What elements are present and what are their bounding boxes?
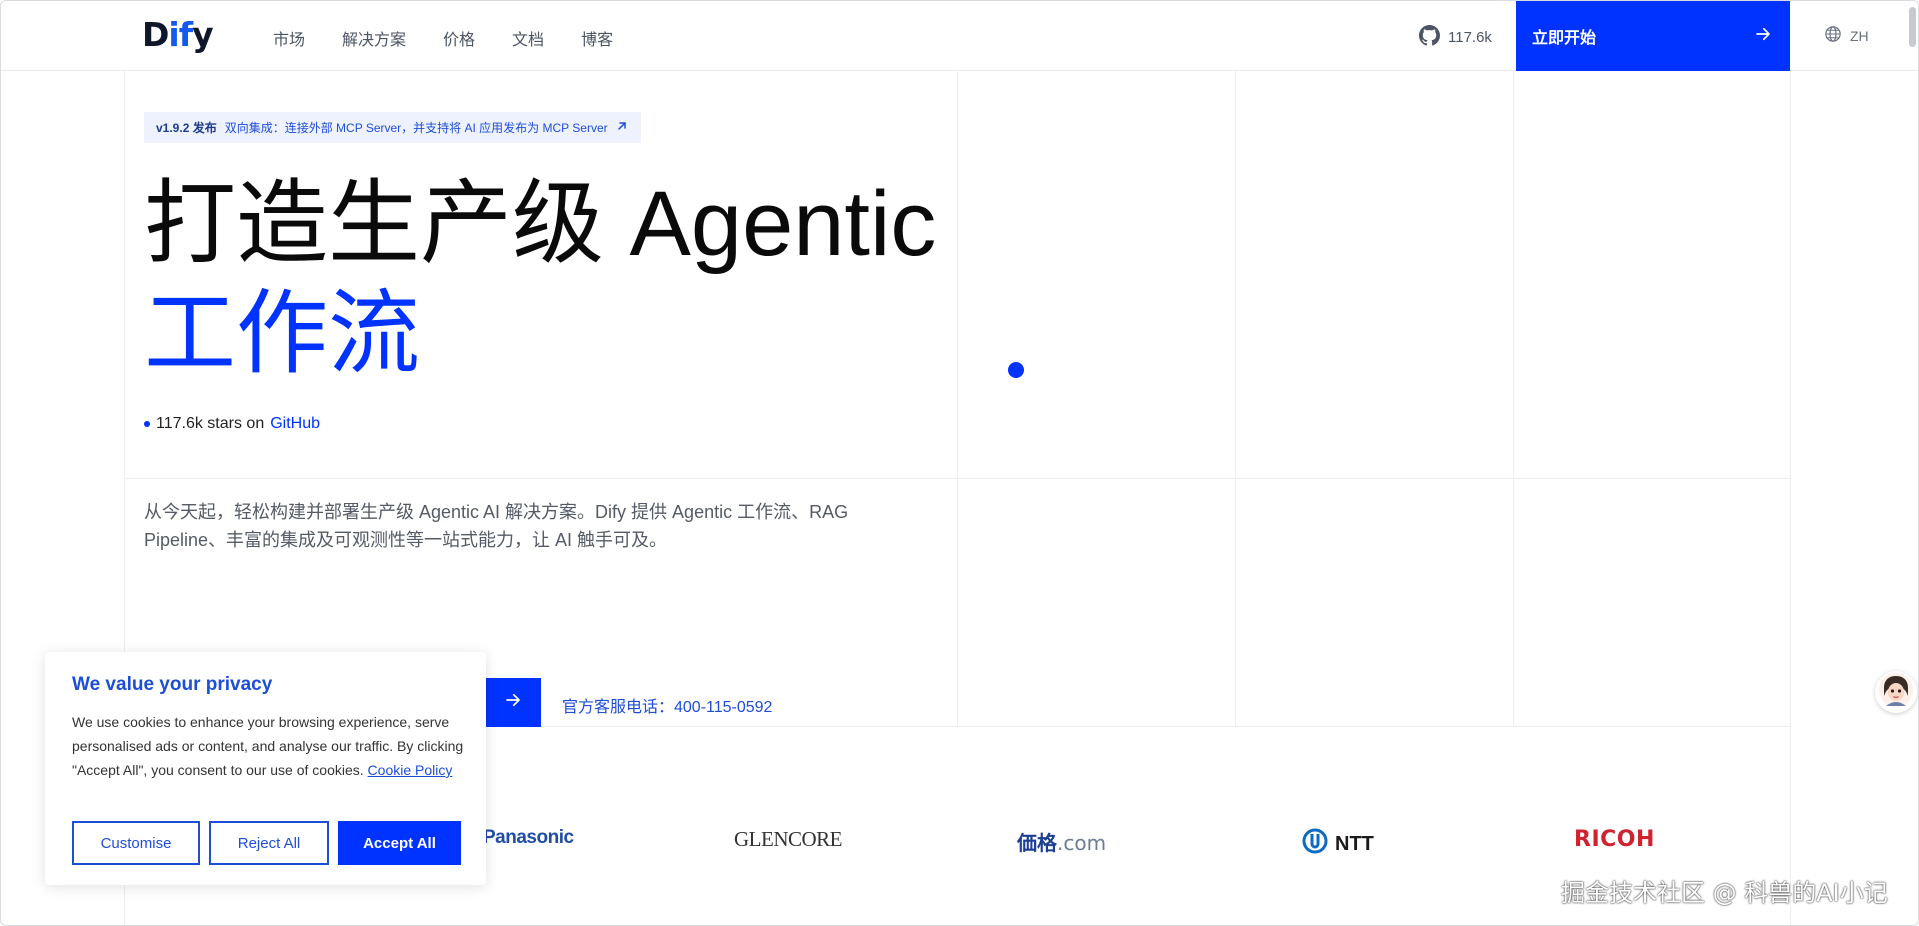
support-phone[interactable]: 官方客服电话：400-115-0592 xyxy=(562,693,772,717)
page-viewport: Dify 市场 解决方案 价格 文档 博客 117.6k 立即开始 ZH v1.… xyxy=(0,0,1919,926)
get-started-label: 立即开始 xyxy=(1532,30,1597,47)
customise-button[interactable]: Customise xyxy=(72,821,200,865)
github-count: 117.6k xyxy=(1448,29,1492,46)
kakaku-logo: 価格.com xyxy=(1017,827,1106,856)
kakaku-logo-com: .com xyxy=(1057,831,1107,855)
vertical-scrollbar[interactable] xyxy=(1909,7,1916,47)
panasonic-logo: Panasonic xyxy=(483,827,574,848)
nav-item-blog[interactable]: 博客 xyxy=(581,26,613,50)
github-stars-note: 117.6k stars on GitHub xyxy=(144,415,320,433)
ntt-mark-icon xyxy=(1301,827,1329,861)
main-nav: 市场 解决方案 价格 文档 博客 xyxy=(273,26,650,50)
globe-icon xyxy=(1824,25,1842,46)
cookie-policy-link[interactable]: Cookie Policy xyxy=(368,762,453,778)
github-stars-link[interactable]: 117.6k xyxy=(1419,25,1492,50)
logo-part-2: if xyxy=(168,15,193,54)
reject-all-button[interactable]: Reject All xyxy=(209,821,329,865)
release-text: 双向集成：连接外部 MCP Server，并支持将 AI 应用发布为 MCP S… xyxy=(224,121,608,135)
grid-line xyxy=(124,478,1790,479)
decorative-dot xyxy=(1008,362,1024,378)
ntt-logo-text: NTT xyxy=(1335,832,1374,855)
hero-title: 打造生产级 Agentic 工作流 xyxy=(144,169,936,389)
top-navigation-bar: Dify 市场 解决方案 价格 文档 博客 117.6k 立即开始 ZH xyxy=(1,1,1918,71)
external-link-icon xyxy=(616,120,628,135)
grid-line xyxy=(1790,71,1791,925)
nav-item-pricing[interactable]: 价格 xyxy=(443,26,475,50)
hero-title-line-2: 工作流 xyxy=(144,283,421,385)
release-badge[interactable]: v1.9.2 发布 双向集成：连接外部 MCP Server，并支持将 AI 应… xyxy=(144,112,641,143)
language-switcher[interactable]: ZH xyxy=(1824,25,1869,46)
arrow-right-icon xyxy=(1754,25,1772,48)
get-started-button[interactable]: 立即开始 xyxy=(1516,1,1790,71)
ricoh-logo: RICOH xyxy=(1574,827,1655,852)
cookie-actions: Customise Reject All Accept All xyxy=(72,821,461,865)
support-chat-avatar[interactable] xyxy=(1875,671,1917,713)
nav-item-market[interactable]: 市场 xyxy=(273,26,305,50)
github-icon xyxy=(1419,25,1440,50)
dify-logo[interactable]: Dify xyxy=(142,15,214,54)
stars-count: 117.6k stars on xyxy=(156,415,265,432)
glencore-logo: GLENCORE xyxy=(734,827,843,851)
cookie-title: We value your privacy xyxy=(72,674,273,695)
bullet-dot xyxy=(144,421,150,427)
kakaku-logo-main: 価格 xyxy=(1017,831,1057,855)
grid-line xyxy=(1513,71,1514,726)
language-label: ZH xyxy=(1850,27,1869,44)
ntt-logo: NTT xyxy=(1301,827,1374,861)
nav-item-solutions[interactable]: 解决方案 xyxy=(342,26,406,50)
accept-all-button[interactable]: Accept All xyxy=(338,821,461,865)
nav-item-docs[interactable]: 文档 xyxy=(512,26,544,50)
assistant-avatar-icon xyxy=(1878,672,1914,713)
hero-title-line-1: 打造生产级 Agentic xyxy=(144,173,937,275)
grid-line xyxy=(957,71,958,726)
watermark-text: 掘金技术社区 @ 科兽的AI小记 xyxy=(1561,879,1888,907)
logo-part-1: D xyxy=(142,15,169,54)
start-arrow-button[interactable] xyxy=(485,678,541,727)
arrow-right-icon xyxy=(504,691,522,714)
github-link[interactable]: GitHub xyxy=(270,415,320,433)
cookie-text: We use cookies to enhance your browsing … xyxy=(72,710,472,782)
cookie-consent-banner: We value your privacy We use cookies to … xyxy=(45,652,486,885)
grid-line xyxy=(1235,71,1236,726)
logo-part-3: y xyxy=(192,15,213,54)
release-version: v1.9.2 发布 xyxy=(156,121,217,135)
hero-description: 从今天起，轻松构建并部署生产级 Agentic AI 解决方案。Dify 提供 … xyxy=(144,502,849,550)
